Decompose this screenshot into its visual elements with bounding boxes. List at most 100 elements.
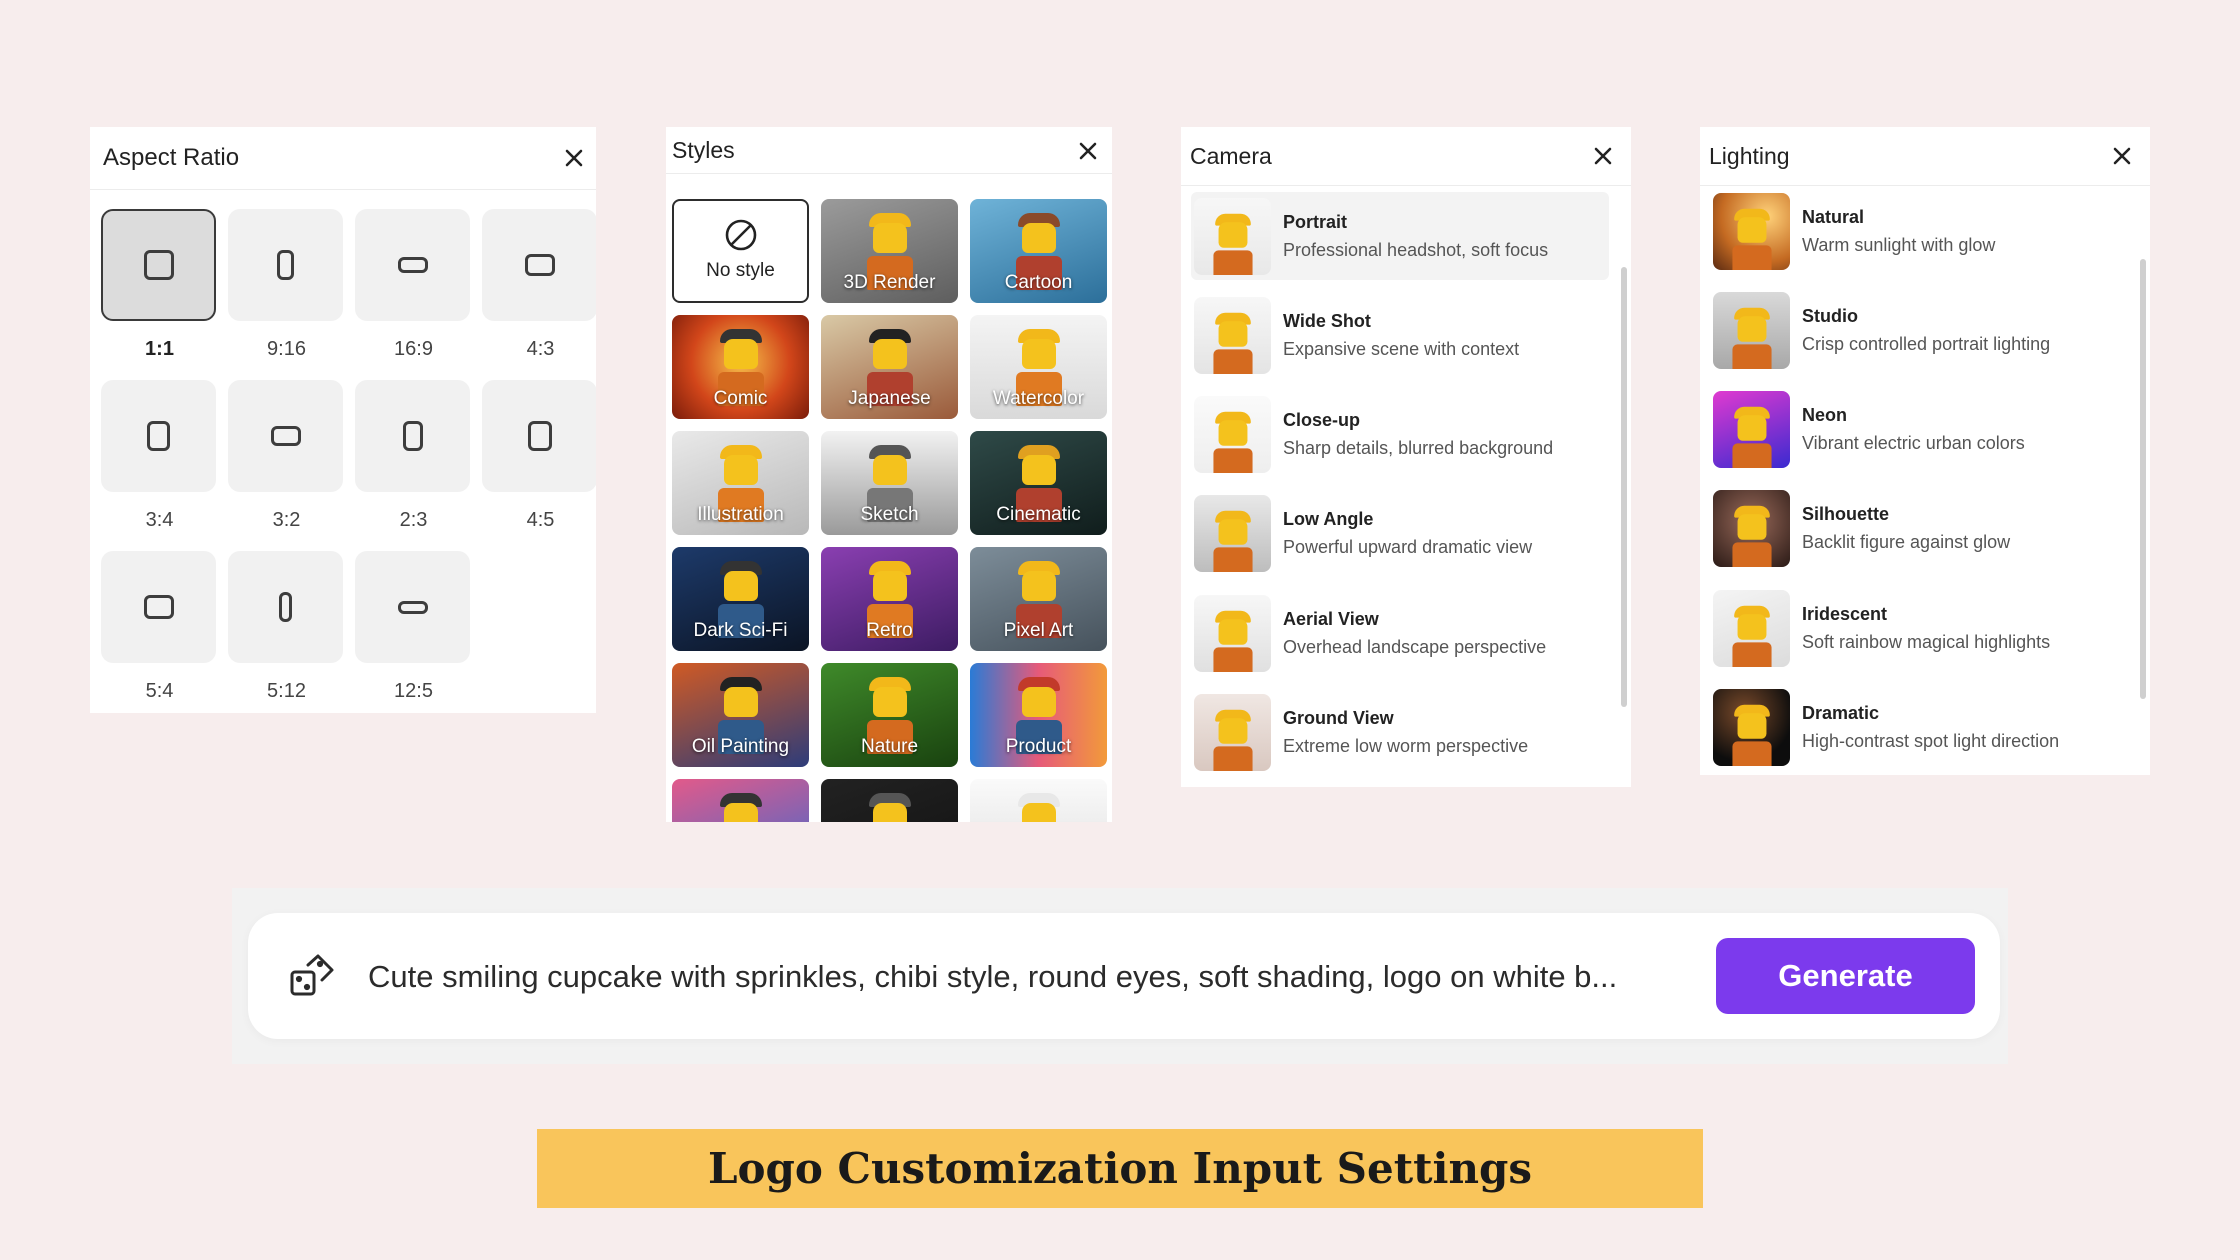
style-tile[interactable]: Cinematic (970, 431, 1107, 535)
scrollbar[interactable] (2140, 259, 2146, 699)
camera-option-ground-view[interactable]: Ground View Extreme low worm perspective (1191, 689, 1609, 777)
style-tile[interactable]: Japanese (821, 315, 958, 419)
style-label: Illustration (697, 504, 784, 525)
aspect-label: 12:5 (394, 680, 433, 702)
style-label: Comic (713, 388, 768, 409)
aspect-tile (355, 551, 470, 663)
style-tile[interactable]: Sketch (821, 431, 958, 535)
style-tile[interactable]: Retro (821, 547, 958, 651)
prompt-input[interactable]: Cute smiling cupcake with sprinkles, chi… (368, 959, 1617, 995)
style-tile[interactable]: Watercolor (970, 315, 1107, 419)
close-icon[interactable] (1591, 144, 1615, 168)
aspect-option-16x9[interactable]: 16:9 (355, 209, 472, 360)
lighting-title: Dramatic (1802, 703, 1880, 723)
style-label: Watercolor (992, 388, 1085, 409)
aspect-option-12x5[interactable]: 12:5 (355, 551, 472, 702)
camera-option-portrait[interactable]: Portrait Professional headshot, soft focu… (1191, 192, 1609, 280)
aspect-ratio-icon (279, 592, 292, 622)
aspect-tile (355, 380, 470, 492)
aspect-ratio-icon (277, 250, 294, 280)
lighting-description: Warm sunlight with glow (1802, 234, 1996, 255)
style-tile[interactable]: Illustration (672, 431, 809, 535)
aspect-label: 16:9 (394, 338, 433, 360)
aspect-label: 4:5 (526, 509, 555, 531)
generate-button[interactable]: Generate (1716, 938, 1975, 1014)
prompt-bar: Cute smiling cupcake with sprinkles, chi… (248, 913, 2000, 1039)
aspect-tile (101, 209, 216, 321)
lighting-option-iridescent[interactable]: Iridescent Soft rainbow magical highlight… (1710, 584, 2128, 672)
lighting-option-neon[interactable]: Neon Vibrant electric urban colors (1710, 386, 2128, 474)
dice-icon[interactable] (288, 952, 336, 1005)
aspect-tile (482, 209, 596, 321)
aspect-option-5x12[interactable]: 5:12 (228, 551, 345, 702)
camera-option-close-up[interactable]: Close-up Sharp details, blurred backgroun… (1191, 391, 1609, 479)
style-tile[interactable]: Cartoon (970, 199, 1107, 303)
style-tile[interactable]: 3D Render (821, 199, 958, 303)
aspect-ratio-icon (397, 256, 428, 274)
scrollbar[interactable] (1621, 267, 1627, 707)
camera-title: Camera (1190, 142, 1272, 169)
camera-title: Aerial View (1283, 608, 1379, 629)
lighting-text: Silhouette Backlit figure against glow (1802, 504, 2010, 553)
aspect-ratio-icon (524, 253, 555, 277)
aspect-option-3x4[interactable]: 3:4 (101, 380, 218, 531)
aspect-label: 5:4 (145, 680, 174, 702)
aspect-tile (355, 209, 470, 321)
lighting-thumbnail (1713, 589, 1790, 667)
aspect-option-4x3[interactable]: 4:3 (482, 209, 596, 360)
style-tile[interactable] (821, 779, 958, 822)
style-tile[interactable] (672, 779, 809, 822)
lighting-option-silhouette[interactable]: Silhouette Backlit figure against glow (1710, 485, 2128, 573)
style-tile[interactable] (970, 779, 1107, 822)
camera-text: Ground View Extreme low worm perspective (1283, 708, 1528, 757)
style-tile[interactable]: Comic (672, 315, 809, 419)
style-tile[interactable]: Pixel Art (970, 547, 1107, 651)
camera-option-low-angle[interactable]: Low Angle Powerful upward dramatic view (1191, 490, 1609, 578)
minifigure-image (718, 793, 764, 822)
aspect-option-5x4[interactable]: 5:4 (101, 551, 218, 702)
style-label: Nature (860, 736, 919, 757)
lighting-thumbnail (1713, 490, 1790, 568)
style-no-style[interactable]: No style (672, 199, 809, 303)
style-tile[interactable]: Dark Sci-Fi (672, 547, 809, 651)
lighting-option-studio[interactable]: Studio Crisp controlled portrait lighting (1710, 286, 2128, 374)
style-tile[interactable]: Nature (821, 663, 958, 767)
lighting-description: High-contrast spot light direction (1802, 731, 2060, 751)
lighting-text: Dramatic High-contrast spot light directi… (1802, 703, 2059, 752)
aspect-ratio-header: Aspect Ratio (90, 127, 596, 190)
lighting-option-dramatic[interactable]: Dramatic High-contrast spot light directi… (1710, 684, 2128, 772)
lighting-text: Iridescent Soft rainbow magical highlight… (1802, 604, 2050, 653)
camera-option-wide-shot[interactable]: Wide Shot Expansive scene with context (1191, 291, 1609, 379)
styles-title: Styles (672, 136, 735, 163)
style-label: Sketch (860, 504, 919, 525)
style-label: No style (706, 260, 775, 281)
camera-thumbnail (1194, 396, 1271, 474)
caption-banner: Logo Customization Input Settings (537, 1129, 1703, 1208)
camera-title: Close-up (1283, 410, 1361, 431)
aspect-option-4x5[interactable]: 4:5 (482, 380, 596, 531)
style-tile[interactable]: Product (970, 663, 1107, 767)
lighting-title: Studio (1802, 305, 1858, 326)
camera-text: Portrait Professional headshot, soft focu… (1283, 212, 1548, 261)
camera-option-aerial-view[interactable]: Aerial View Overhead landscape perspectiv… (1191, 589, 1609, 677)
lighting-text: Studio Crisp controlled portrait lighting (1802, 306, 2050, 355)
lighting-option-natural[interactable]: Natural Warm sunlight with glow (1710, 187, 2128, 275)
camera-panel: Camera Portrait Professional headshot, so… (1181, 127, 1631, 787)
style-label: Japanese (848, 388, 931, 409)
camera-thumbnail (1194, 296, 1271, 374)
aspect-option-2x3[interactable]: 2:3 (355, 380, 472, 531)
aspect-label: 5:12 (267, 680, 306, 702)
lighting-title: Silhouette (1802, 504, 1890, 525)
aspect-label: 3:2 (272, 509, 301, 531)
close-icon[interactable] (2110, 144, 2134, 168)
lighting-text: Neon Vibrant electric urban colors (1802, 405, 2025, 454)
minifigure-image (1016, 793, 1062, 822)
style-tile[interactable]: Oil Painting (672, 663, 809, 767)
aspect-option-1x1[interactable]: 1:1 (101, 209, 218, 360)
camera-description: Overhead landscape perspective (1283, 636, 1547, 657)
aspect-option-9x16[interactable]: 9:16 (228, 209, 345, 360)
close-icon[interactable] (562, 146, 586, 170)
close-icon[interactable] (1076, 139, 1100, 163)
lighting-description: Crisp controlled portrait lighting (1802, 333, 2051, 354)
aspect-option-3x2[interactable]: 3:2 (228, 380, 345, 531)
